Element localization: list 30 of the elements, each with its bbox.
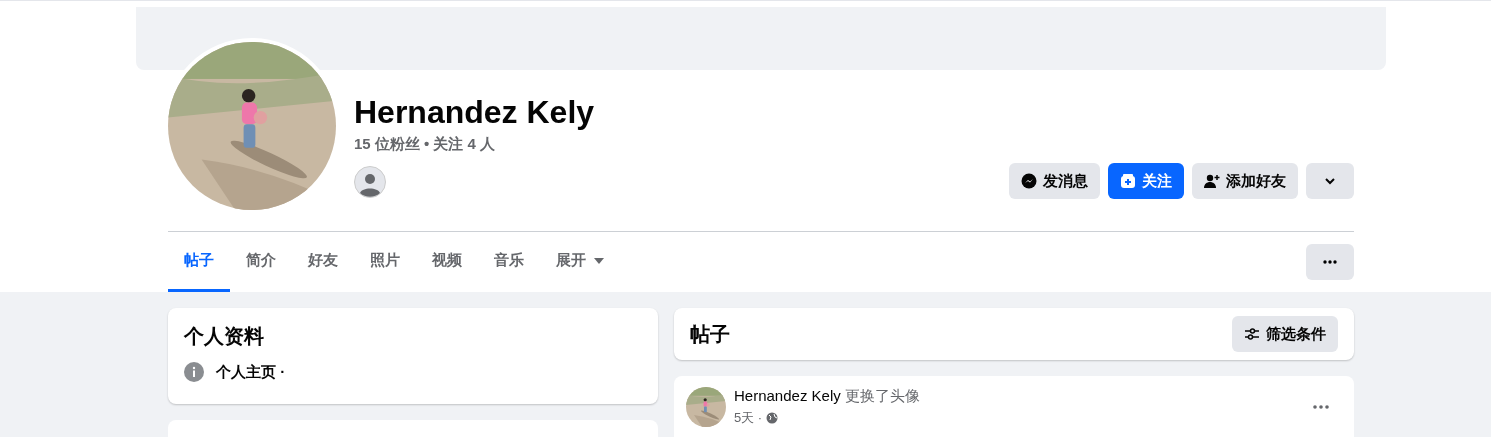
profile-tab[interactable]: 照片 [354, 232, 416, 292]
caret-icon [594, 257, 604, 264]
filter-button[interactable]: 筛选条件 [1232, 316, 1338, 352]
follow-button[interactable]: 关注 [1108, 163, 1184, 199]
add-person-icon [1204, 173, 1220, 189]
chevron-down-icon [1324, 175, 1336, 187]
profile-tab[interactable]: 简介 [230, 232, 292, 292]
profile-name: Hernandez Kely [354, 93, 595, 132]
friend-avatar-icon[interactable] [354, 165, 386, 198]
globe-icon [766, 411, 779, 424]
profile-tab[interactable]: 音乐 [478, 232, 540, 292]
profile-tab[interactable]: 好友 [292, 232, 354, 292]
profile-tab[interactable]: 视频 [416, 232, 478, 292]
post-headline: Hernandez Kely 更换了头像 [734, 386, 920, 406]
profile-tab[interactable]: 帖子 [168, 232, 230, 292]
post-time[interactable]: 5天 · [734, 408, 763, 428]
ellipsis-icon [1313, 404, 1329, 409]
profile-tab[interactable]: 展开 [540, 232, 620, 292]
info-icon [184, 362, 204, 383]
message-button[interactable]: 发消息 [1009, 163, 1100, 199]
intro-item: 个人主页 · [216, 362, 286, 382]
follower-stats[interactable]: 15 位粉丝 • 关注 4 人 [354, 133, 595, 156]
more-options-button[interactable] [1306, 244, 1354, 280]
messenger-icon [1021, 173, 1037, 189]
follow-icon [1120, 173, 1136, 189]
add-friend-button[interactable]: 添加好友 [1192, 163, 1298, 199]
sliders-icon [1244, 326, 1260, 342]
card-title: 个人资料 [184, 324, 265, 349]
card-title: 帖子 [690, 322, 730, 347]
ellipsis-icon [1323, 260, 1337, 264]
